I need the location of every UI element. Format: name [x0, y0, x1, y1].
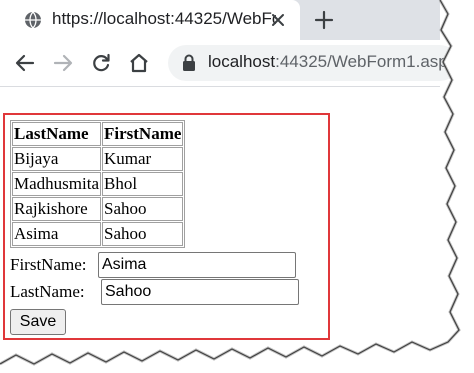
screenshot-frame: https://localhost:44325/WebForm1 — [0, 0, 474, 373]
torn-edge-decoration — [0, 0, 474, 373]
